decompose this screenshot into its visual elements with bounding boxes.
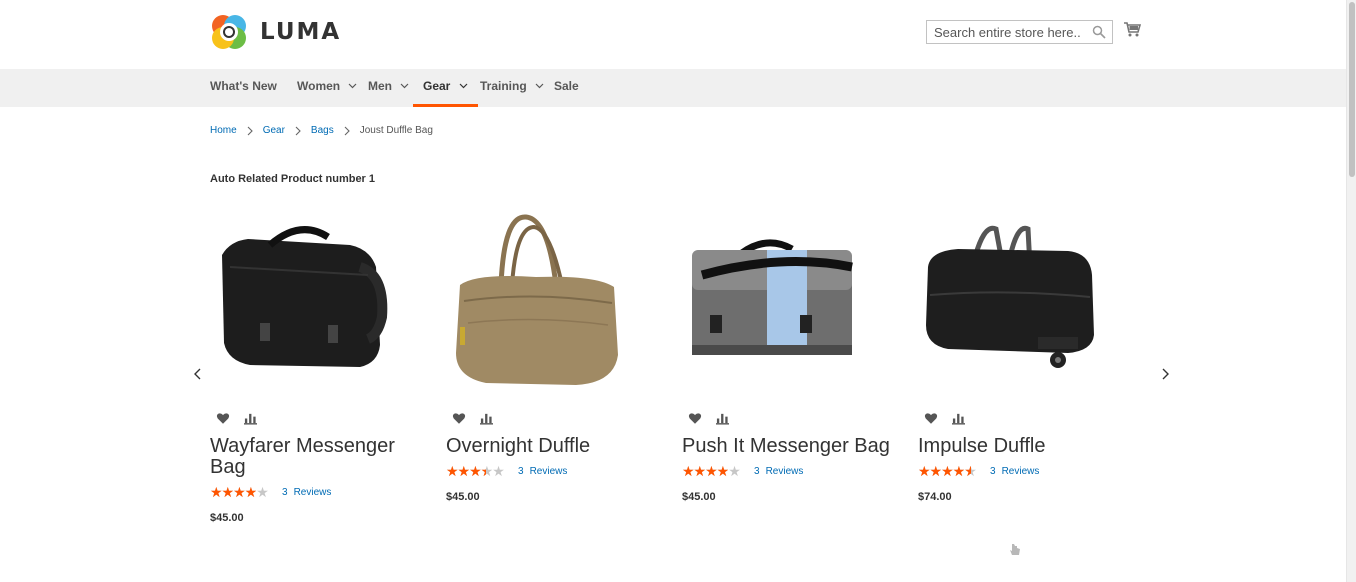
logo-text: LUMA [260, 19, 342, 45]
breadcrumb-bags[interactable]: Bags [311, 125, 334, 136]
rating-fill: ★★★★★ [682, 465, 729, 478]
reviews-label: Reviews [529, 466, 568, 477]
reviews-link[interactable]: 3 Reviews [282, 487, 331, 498]
mouse-cursor-icon [1010, 544, 1020, 555]
compare-icon[interactable] [480, 412, 493, 425]
nav-item-label: Gear [423, 79, 451, 93]
chevron-right-icon [344, 126, 350, 135]
chevron-right-icon [247, 126, 253, 135]
search-box[interactable] [926, 20, 1113, 44]
carousel-prev-icon[interactable] [192, 367, 204, 381]
product-name[interactable]: Wayfarer Messenger Bag [210, 436, 430, 478]
chevron-right-icon [295, 126, 301, 135]
nav-item-label: Women [297, 79, 341, 93]
nav-item-training[interactable]: Training [480, 69, 544, 107]
compare-icon[interactable] [952, 412, 965, 425]
product-image[interactable] [918, 205, 1108, 390]
nav-item-men[interactable]: Men [368, 69, 409, 107]
product-rating: ★★★★★ ★★★★★ 3 Reviews [446, 465, 567, 478]
reviews-link[interactable]: 3 Reviews [754, 466, 803, 477]
reviews-label: Reviews [765, 466, 804, 477]
nav-item-label: Training [480, 79, 527, 93]
product-card[interactable]: Impulse Duffle ★★★★★ ★★★★★ 3 Reviews $74… [918, 205, 1138, 503]
rating-stars: ★★★★★ ★★★★★ [682, 465, 741, 478]
search-input[interactable] [927, 21, 1087, 43]
chevron-down-icon [349, 83, 357, 89]
nav-item-label: Sale [554, 79, 579, 93]
breadcrumb: Home Gear Bags Joust Duffle Bag [210, 125, 433, 136]
product-name[interactable]: Push It Messenger Bag [682, 436, 902, 457]
breadcrumb-current: Joust Duffle Bag [359, 125, 433, 136]
product-rating: ★★★★★ ★★★★★ 3 Reviews [210, 486, 331, 499]
breadcrumb-gear[interactable]: Gear [263, 125, 285, 136]
product-rating: ★★★★★ ★★★★★ 3 Reviews [918, 465, 1039, 478]
nav-item-women[interactable]: Women [297, 69, 357, 107]
compare-icon[interactable] [244, 412, 257, 425]
nav-item-label: What's New [210, 79, 277, 93]
cart-icon[interactable] [1123, 20, 1141, 38]
reviews-count: 3 [282, 487, 288, 498]
rating-stars: ★★★★★ ★★★★★ [918, 465, 977, 478]
nav-item-label: Men [368, 79, 392, 93]
product-image[interactable] [682, 205, 872, 390]
product-image[interactable] [210, 205, 400, 390]
reviews-count: 3 [990, 466, 996, 477]
reviews-label: Reviews [1001, 466, 1040, 477]
reviews-count: 3 [518, 466, 524, 477]
wishlist-heart-icon[interactable] [452, 412, 466, 425]
product-name[interactable]: Overnight Duffle [446, 436, 666, 457]
header: LUMA [0, 0, 1346, 69]
main-navigation: What's New Women Men Gear Training Sale [0, 69, 1346, 107]
search-icon[interactable] [1092, 25, 1106, 39]
store-logo[interactable]: LUMA [210, 13, 341, 51]
related-products-title: Auto Related Product number 1 [210, 173, 376, 185]
nav-item-gear[interactable]: Gear [413, 69, 478, 107]
compare-icon[interactable] [716, 412, 729, 425]
product-card[interactable]: Wayfarer Messenger Bag ★★★★★ ★★★★★ 3 Rev… [210, 205, 430, 524]
wishlist-heart-icon[interactable] [216, 412, 230, 425]
chevron-down-icon [459, 83, 468, 89]
wishlist-heart-icon[interactable] [688, 412, 702, 425]
rating-fill: ★★★★★ [210, 486, 257, 499]
reviews-link[interactable]: 3 Reviews [990, 466, 1039, 477]
rating-stars: ★★★★★ ★★★★★ [446, 465, 505, 478]
carousel-next-icon[interactable] [1159, 367, 1171, 381]
chevron-down-icon [400, 83, 409, 89]
product-card[interactable]: Push It Messenger Bag ★★★★★ ★★★★★ 3 Revi… [682, 205, 902, 503]
breadcrumb-home[interactable]: Home [210, 125, 237, 136]
product-card[interactable]: Overnight Duffle ★★★★★ ★★★★★ 3 Reviews $… [446, 205, 666, 503]
nav-item-sale[interactable]: Sale [554, 69, 579, 107]
product-price: $45.00 [210, 512, 244, 524]
rating-fill: ★★★★★ [918, 465, 971, 478]
product-price: $45.00 [682, 491, 716, 503]
product-rating: ★★★★★ ★★★★★ 3 Reviews [682, 465, 803, 478]
page-scrollbar[interactable] [1346, 0, 1356, 582]
product-price: $74.00 [918, 491, 952, 503]
chevron-down-icon [535, 83, 544, 89]
reviews-link[interactable]: 3 Reviews [518, 466, 567, 477]
luma-logo-icon [212, 15, 246, 49]
product-image[interactable] [446, 205, 636, 390]
rating-fill: ★★★★★ [446, 465, 486, 478]
product-name[interactable]: Impulse Duffle [918, 436, 1138, 457]
reviews-label: Reviews [293, 487, 332, 498]
wishlist-heart-icon[interactable] [924, 412, 938, 425]
scrollbar-thumb[interactable] [1349, 2, 1355, 177]
reviews-count: 3 [754, 466, 760, 477]
product-price: $45.00 [446, 491, 480, 503]
rating-stars: ★★★★★ ★★★★★ [210, 486, 269, 499]
nav-item-whats-new[interactable]: What's New [210, 69, 277, 107]
